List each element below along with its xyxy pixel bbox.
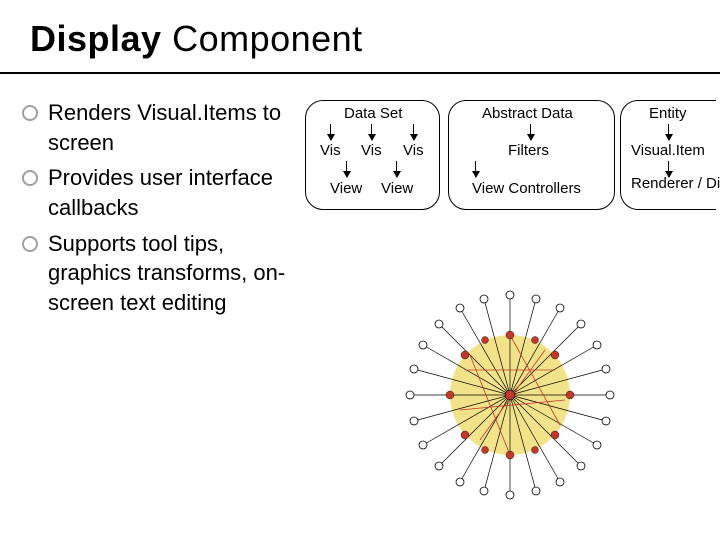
arrow-down-icon <box>668 124 669 140</box>
bullet-text: Renders Visual.Items to screen <box>48 98 307 157</box>
label-vis: Vis <box>361 142 382 159</box>
list-item: Supports tool tips, graphics transforms,… <box>22 229 307 318</box>
arrow-down-icon <box>475 161 476 177</box>
bullet-icon <box>22 170 38 186</box>
arrow-down-icon <box>371 124 372 140</box>
list-item: Renders Visual.Items to screen <box>22 98 307 157</box>
list-item: Provides user interface callbacks <box>22 163 307 222</box>
label-vis: Vis <box>320 142 341 159</box>
bullet-icon <box>22 236 38 252</box>
label-vis: Vis <box>403 142 424 159</box>
title-rest: Component <box>162 18 363 59</box>
arrow-down-icon <box>413 124 414 140</box>
bullet-list: Renders Visual.Items to screen Provides … <box>22 98 307 324</box>
label-filters: Filters <box>508 142 549 159</box>
bullet-text: Provides user interface callbacks <box>48 163 307 222</box>
title-bold: Display <box>30 18 162 59</box>
label-entity: Entity <box>649 105 687 122</box>
slide-title: Display Component <box>30 18 363 60</box>
arrow-down-icon <box>530 124 531 140</box>
label-visualitem: Visual.Item <box>631 142 705 159</box>
label-view: View <box>330 180 362 197</box>
arrow-down-icon <box>346 161 347 177</box>
label-dataset: Data Set <box>344 105 402 122</box>
radial-graph-figure <box>405 290 615 500</box>
label-view: View <box>381 180 413 197</box>
label-view-controllers: View Controllers <box>472 180 581 197</box>
bullet-icon <box>22 105 38 121</box>
arrow-down-icon <box>330 124 331 140</box>
slide: Display Component Renders Visual.Items t… <box>0 0 720 540</box>
label-renderer-display: Renderer / Display <box>631 176 720 193</box>
arrow-down-icon <box>396 161 397 177</box>
label-abstract-data: Abstract Data <box>482 105 573 122</box>
title-underline <box>0 72 720 74</box>
bullet-text: Supports tool tips, graphics transforms,… <box>48 229 307 318</box>
